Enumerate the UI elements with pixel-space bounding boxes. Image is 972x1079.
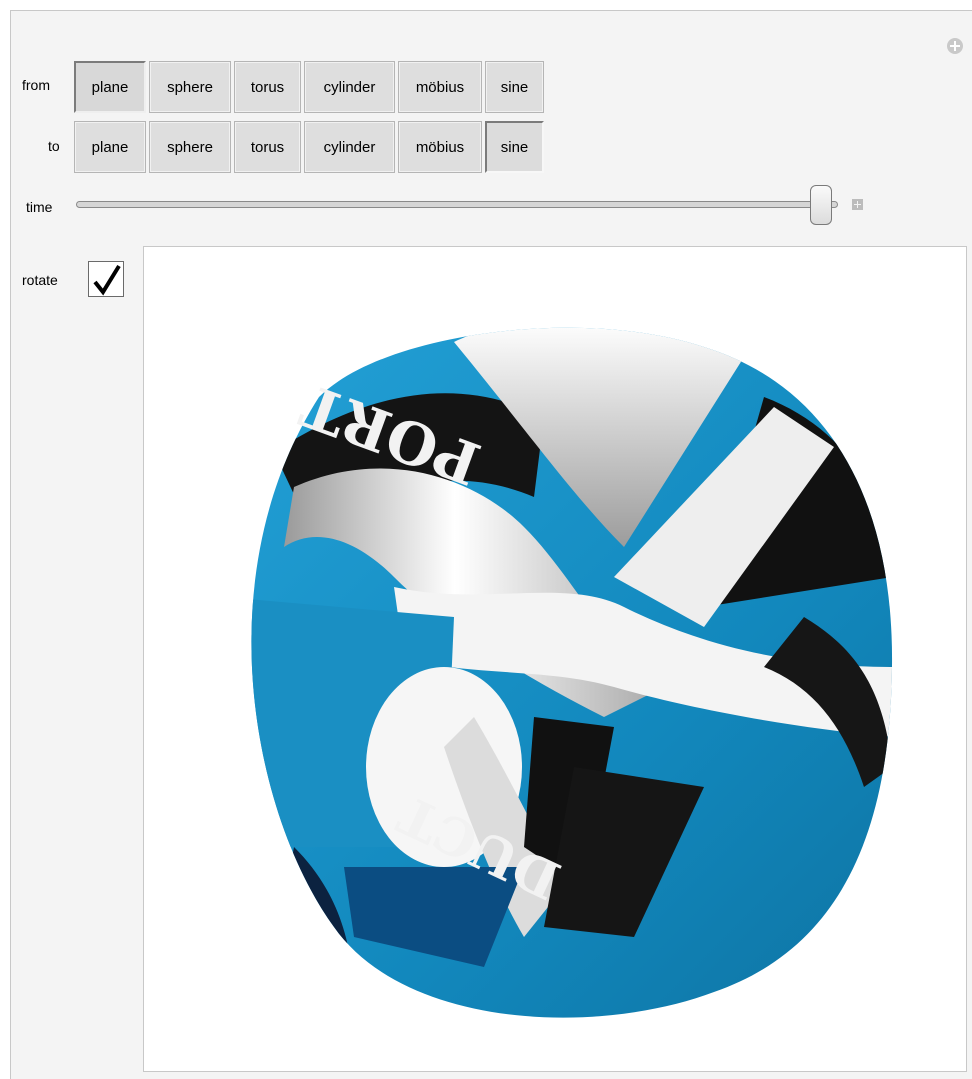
checkmark-icon [93,264,121,296]
to-label: to [48,138,60,154]
to-button-sphere[interactable]: sphere [149,121,231,173]
from-button-sphere[interactable]: sphere [149,61,231,113]
morphing-surface: PORT DUCT [251,327,893,1018]
graphics-3d-viewport[interactable]: PORT DUCT [143,246,967,1072]
rotate-label: rotate [22,272,58,288]
to-setter-bar: plane sphere torus cylinder möbius sine [74,121,547,173]
from-setter-bar: plane sphere torus cylinder möbius sine [74,61,547,113]
from-button-cylinder[interactable]: cylinder [304,61,395,113]
from-button-torus[interactable]: torus [234,61,301,113]
rotate-checkbox[interactable] [88,261,124,297]
to-button-plane[interactable]: plane [74,121,146,173]
to-button-torus[interactable]: torus [234,121,301,173]
to-button-sine[interactable]: sine [485,121,544,173]
to-button-cylinder[interactable]: cylinder [304,121,395,173]
from-button-plane[interactable]: plane [74,61,146,113]
add-circle-icon[interactable] [947,38,963,54]
time-slider-track[interactable] [76,201,838,208]
time-label: time [26,199,53,215]
to-button-mobius[interactable]: möbius [398,121,482,173]
slider-expand-icon[interactable] [852,199,863,210]
from-button-mobius[interactable]: möbius [398,61,482,113]
from-button-sine[interactable]: sine [485,61,544,113]
time-slider-thumb[interactable] [810,185,832,225]
from-label: from [22,77,50,93]
